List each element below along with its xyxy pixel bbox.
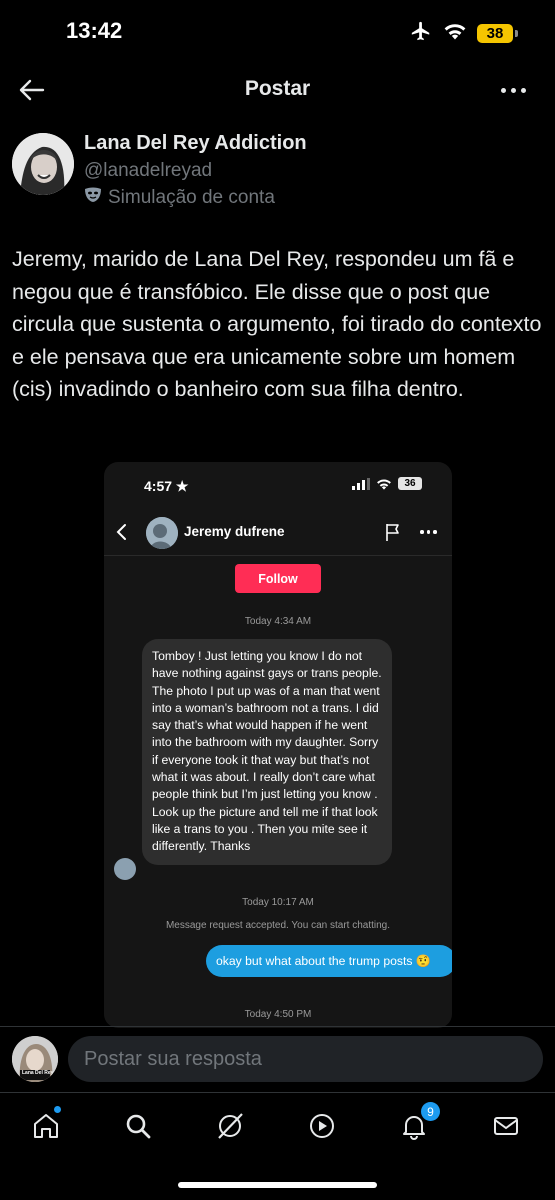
media-contact-name: Jeremy dufrene [184,524,285,539]
nav-grok[interactable] [210,1106,250,1146]
author-handle[interactable]: @lanadelreyad [84,160,212,182]
media-system-message: Message request accepted. You can start … [165,920,391,931]
bottom-nav: 9 [0,1102,555,1146]
wifi-icon [443,22,467,45]
search-icon [126,1114,151,1139]
media-incoming-message: Tomboy ! Just letting you know I do not … [142,639,392,865]
media-status-time: 4:57 ★ [144,478,189,494]
nav-home[interactable] [26,1106,66,1146]
media-timestamp-3: Today 4:50 PM [244,1009,312,1020]
media-sender-avatar [114,858,136,880]
post-image[interactable]: 4:57 ★ 36 Jeremy dufrene Follow Today 4:… [104,462,452,1028]
media-contact-avatar [146,517,178,549]
page-title: Postar [244,77,311,100]
battery-indicator: 38 [477,24,518,43]
media-more-icon [420,530,437,534]
home-icon [34,1114,58,1138]
media-timestamp-2: Today 10:17 AM [242,897,314,908]
signal-icon [352,477,370,490]
reply-divider [0,1026,555,1027]
author-name[interactable]: Lana Del Rey Addiction [84,132,307,155]
airplane-icon [409,20,433,47]
mask-icon [84,187,102,209]
reply-avatar-text: Lana Del Rey [22,1070,54,1076]
nav-notifications[interactable]: 9 [394,1102,440,1146]
home-indicator [178,1182,377,1188]
status-icons: 38 [409,20,518,47]
media-outgoing-message: okay but what about the trump posts 🤨 [206,945,452,977]
author-avatar[interactable] [12,133,74,195]
media-battery: 36 [398,477,422,490]
account-label: Simulação de conta [84,187,275,209]
nav-search[interactable] [118,1106,158,1146]
status-time: 13:42 [66,18,123,43]
video-icon [310,1114,334,1138]
nav-video[interactable] [302,1106,342,1146]
reply-avatar: Lana Del Rey [12,1036,58,1082]
notification-count-badge: 9 [421,1102,440,1121]
nav-divider [0,1092,555,1093]
media-divider [104,555,452,556]
nav-messages[interactable] [486,1106,526,1146]
flag-icon [384,522,402,542]
media-status-icons: 36 [352,477,422,490]
more-options-button[interactable] [495,78,531,102]
media-back-icon [114,522,130,542]
grok-icon [218,1113,243,1139]
account-label-text: Simulação de conta [108,187,275,208]
post-text: Jeremy, marido de Lana Del Rey, responde… [12,247,542,401]
home-notification-dot [54,1106,61,1113]
media-follow-button: Follow [235,564,321,593]
media-timestamp-1: Today 4:34 AM [244,616,312,627]
mail-icon [494,1117,518,1135]
media-wifi-icon [377,478,391,490]
reply-input[interactable]: Postar sua resposta [68,1036,543,1082]
